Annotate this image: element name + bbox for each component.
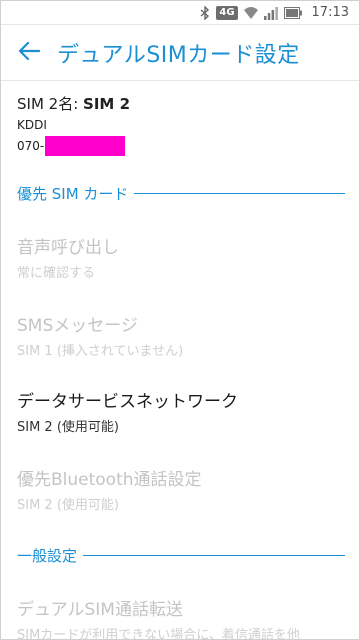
sim-info-block[interactable]: SIM 2名: SIM 2 KDDI 070- [17,93,345,156]
pref-bluetooth-call[interactable]: 優先Bluetooth通話設定 SIM 2 (使用可能) [17,465,345,513]
section-title: 優先 SIM カード [17,185,129,203]
signal-icon [263,6,278,20]
pref-summary: SIM 2 (使用可能) [17,498,119,513]
pref-summary: SIMカードが利用できない場合に、着信通話を他 [17,628,300,640]
app-toolbar: デュアルSIMカード設定 [1,25,359,81]
sim-number-row: 070- [17,136,345,156]
status-time: 17:13 [311,5,349,20]
sim-name-value: SIM 2 [83,95,131,113]
section-divider [83,555,345,556]
wifi-icon [243,6,258,20]
pref-call-forward[interactable]: デュアルSIM通話転送 SIMカードが利用できない場合に、着信通話を他 [17,595,345,640]
network-type-badge: 4G [216,5,238,20]
battery-icon [283,6,302,19]
sim-carrier: KDDI [17,118,47,132]
screen: 4G 17:13 デュアルSIMカード設定 SIM 2名: SIM 2 KDDI… [0,0,360,640]
section-header-preferred-sim: 優先 SIM カード [17,183,345,204]
pref-title: SMSメッセージ [17,316,138,336]
bluetooth-icon [200,5,210,20]
redaction-mask [45,136,126,156]
back-arrow-icon [18,41,41,65]
section-divider [134,193,345,194]
status-bar: 4G 17:13 [1,1,359,25]
pref-summary: SIM 2 (使用可能) [17,420,119,435]
pref-data-network[interactable]: データサービスネットワーク SIM 2 (使用可能) [17,387,345,435]
sim-number-prefix: 070- [17,139,45,153]
pref-voice-call[interactable]: 音声呼び出し 常に確認する [17,233,345,281]
page-title: デュアルSIMカード設定 [57,42,300,68]
sim-name-label: SIM 2名: [17,95,84,113]
pref-title: デュアルSIM通話転送 [17,600,183,620]
pref-title: 優先Bluetooth通話設定 [17,470,202,490]
section-header-general: 一般設定 [17,545,345,566]
back-button[interactable] [1,25,57,81]
pref-title: 音声呼び出し [17,238,119,258]
section-title: 一般設定 [17,547,78,565]
pref-title: データサービスネットワーク [17,392,238,412]
sim-name-row: SIM 2名: SIM 2 [17,93,345,114]
pref-sms[interactable]: SMSメッセージ SIM 1 (挿入されていません) [17,311,345,359]
pref-summary: SIM 1 (挿入されていません) [17,344,184,359]
pref-summary: 常に確認する [17,266,96,281]
